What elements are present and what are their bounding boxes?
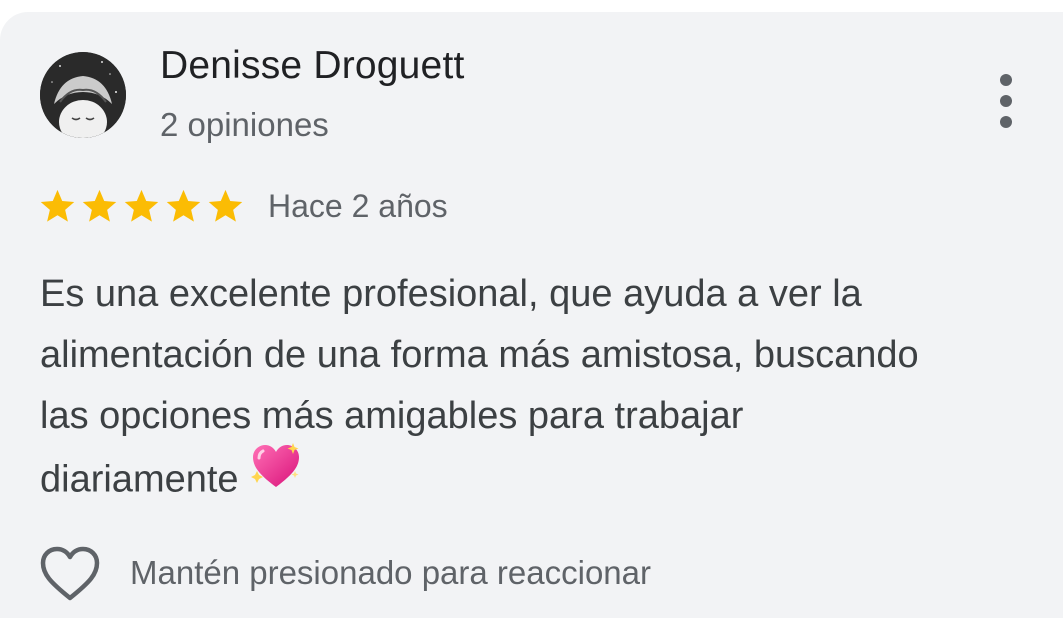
review-text-line: alimentación de una forma más amistosa, … [40, 334, 919, 376]
review-text-line-last: diariamente [40, 443, 1040, 516]
author-name[interactable]: Denisse Droguett [160, 44, 465, 88]
star-filled-icon [206, 187, 245, 226]
heart-outline-icon [40, 546, 100, 601]
react-button[interactable] [38, 542, 102, 606]
review-count: 2 opiniones [160, 106, 329, 143]
review-text-line: diariamente [40, 458, 239, 501]
stars-container [38, 187, 245, 226]
review-card: Denisse Droguett 2 opiniones Hace 2 años… [0, 12, 1063, 618]
sparkling-heart-icon [249, 441, 303, 510]
review-date: Hace 2 años [268, 188, 448, 224]
star-filled-icon [122, 187, 161, 226]
user-avatar-icon [40, 52, 126, 138]
star-filled-icon [80, 187, 119, 226]
review-text: Es una excelente profesional, que ayuda … [40, 264, 1040, 516]
review-text-line: las opciones más amigables para trabajar [40, 395, 744, 437]
star-filled-icon [164, 187, 203, 226]
more-options-button[interactable] [986, 68, 1026, 138]
avatar[interactable] [40, 52, 126, 138]
star-rating [38, 184, 245, 228]
star-filled-icon [38, 187, 77, 226]
reaction-row [38, 542, 102, 606]
reaction-hint: Mantén presionado para reaccionar [130, 554, 651, 591]
review-text-line: Es una excelente profesional, que ayuda … [40, 273, 862, 315]
more-vertical-icon [1000, 74, 1012, 128]
